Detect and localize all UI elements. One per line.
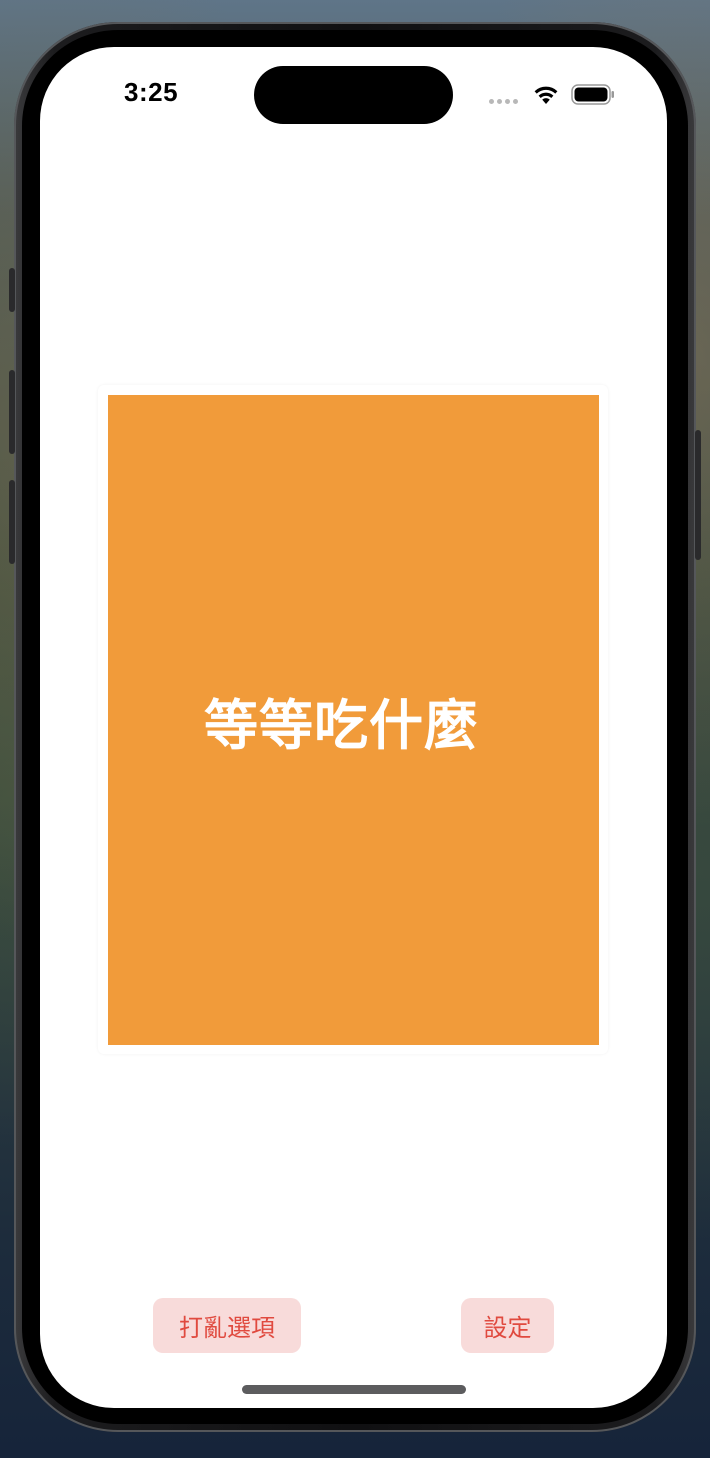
volume-up-button — [9, 370, 15, 454]
cellular-signal-icon — [489, 99, 521, 105]
settings-button[interactable]: 設定 — [461, 1298, 554, 1353]
dynamic-island — [254, 66, 453, 124]
action-button — [9, 268, 15, 312]
card-title: 等等吃什麼 — [204, 693, 479, 757]
wifi-icon — [534, 86, 558, 104]
shuffle-options-button[interactable]: 打亂選項 — [153, 1298, 301, 1353]
power-button — [695, 430, 701, 560]
phone-screen: 3:25 等等吃什麼 打亂選項 設定 — [40, 47, 667, 1408]
result-card[interactable]: 等等吃什麼 — [108, 395, 599, 1045]
volume-down-button — [9, 480, 15, 564]
battery-icon — [571, 84, 614, 105]
home-indicator[interactable] — [242, 1385, 466, 1394]
status-time: 3:25 — [124, 77, 179, 107]
